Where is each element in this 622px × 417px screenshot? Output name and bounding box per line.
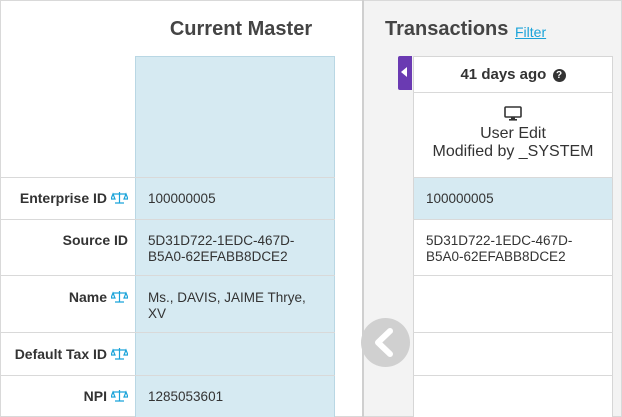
field-label-text: Default Tax ID xyxy=(14,346,107,362)
row-divider xyxy=(413,275,613,276)
transactions-title: Transactions xyxy=(385,18,509,40)
desktop-monitor-icon xyxy=(504,106,522,121)
field-label-text: Source ID xyxy=(62,232,128,248)
balance-scale-icon[interactable] xyxy=(111,191,128,205)
master-source-id-value-line2: B5A0-62EFABB8DCE2 xyxy=(148,249,288,264)
row-divider xyxy=(413,177,613,178)
master-name-value-line1: Ms., DAVIS, JAIME Thrye, xyxy=(148,290,306,305)
previous-transaction-button[interactable] xyxy=(361,318,410,367)
field-label-text: Name xyxy=(68,289,107,305)
row-divider xyxy=(0,375,335,376)
row-divider xyxy=(0,332,335,333)
field-label-text: Enterprise ID xyxy=(19,190,107,206)
balance-scale-icon[interactable] xyxy=(111,347,128,361)
filter-link[interactable]: Filter xyxy=(515,24,546,40)
row-divider xyxy=(0,219,335,220)
field-label-npi: NPI xyxy=(0,388,128,404)
balance-scale-icon[interactable] xyxy=(111,389,128,403)
field-label-text: NPI xyxy=(83,388,107,404)
caret-left-icon xyxy=(401,67,407,77)
transaction-edit-type: User Edit xyxy=(480,125,546,142)
master-npi-value: 1285053601 xyxy=(148,389,224,404)
master-enterprise-id-value: 100000005 xyxy=(148,191,216,206)
row-divider xyxy=(413,219,613,220)
field-label-default-tax-id: Default Tax ID xyxy=(0,346,128,362)
question-circle-icon[interactable]: ? xyxy=(552,69,566,82)
transaction-edit-info: User Edit Modified by _SYSTEM xyxy=(413,106,613,161)
balance-scale-icon[interactable] xyxy=(111,290,128,304)
field-label-name: Name xyxy=(0,289,128,305)
row-divider xyxy=(0,177,335,178)
current-master-title: Current Master xyxy=(169,18,313,40)
transaction-enterprise-id-value: 100000005 xyxy=(426,191,494,206)
transaction-age-label: 41 days ago xyxy=(460,66,547,83)
collapse-tab[interactable] xyxy=(398,56,412,90)
row-divider xyxy=(413,332,613,333)
transaction-source-id-value-line2: B5A0-62EFABB8DCE2 xyxy=(426,249,566,264)
field-label-source-id: Source ID xyxy=(0,232,128,248)
row-divider xyxy=(0,275,335,276)
chevron-left-circle-icon xyxy=(375,328,393,357)
row-divider xyxy=(413,375,613,376)
field-label-enterprise-id: Enterprise ID xyxy=(0,190,128,206)
transaction-source-id-value-line1: 5D31D722-1EDC-467D- xyxy=(426,233,573,248)
transaction-age-header: 41 days ago ? xyxy=(413,56,613,93)
transaction-modified-by: Modified by _SYSTEM xyxy=(432,143,594,160)
master-source-id-value-line1: 5D31D722-1EDC-467D- xyxy=(148,233,295,248)
master-name-value-line2: XV xyxy=(148,306,167,321)
